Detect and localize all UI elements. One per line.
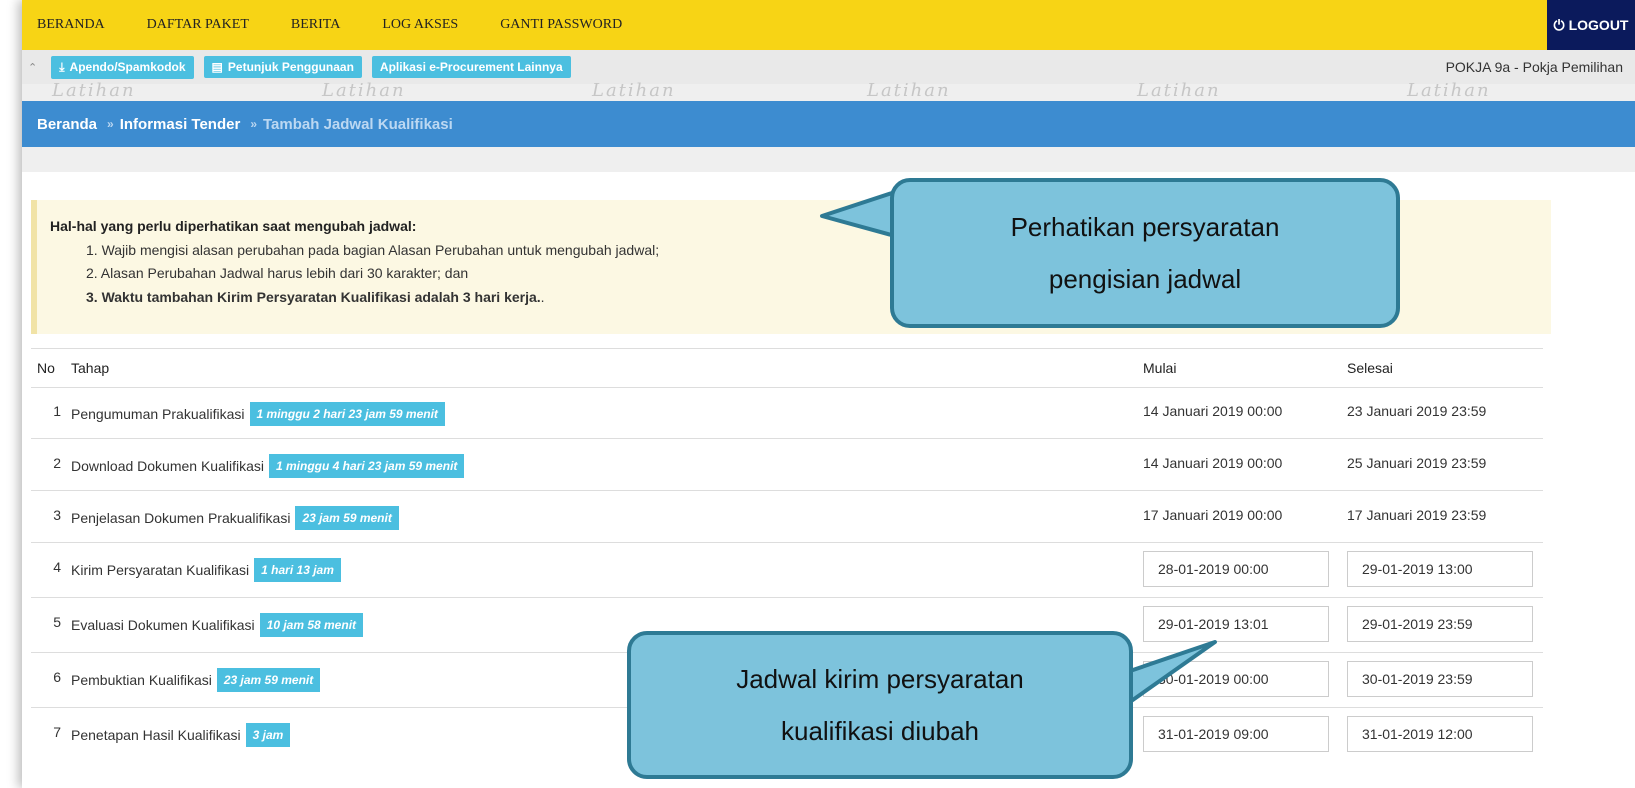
notice-item: 3. Waktu tambahan Kirim Persyaratan Kual… xyxy=(86,289,545,305)
header-tahap: Tahap xyxy=(71,360,110,376)
row-selesai: 23 Januari 2019 23:59 xyxy=(1347,403,1487,419)
breadcrumb: Beranda » Informasi Tender » Tambah Jadw… xyxy=(22,101,1635,147)
selesai-input[interactable] xyxy=(1347,661,1533,697)
petunjuk-label: Petunjuk Penggunaan xyxy=(227,60,354,74)
apendo-button[interactable]: ⤓ Apendo/Spamkodok xyxy=(51,55,194,79)
table-row: 2 Download Dokumen Kualifikasi 1 minggu 4… xyxy=(31,439,1543,491)
selesai-input[interactable] xyxy=(1347,716,1533,752)
download-icon: ⤓ xyxy=(59,59,65,74)
petunjuk-button[interactable]: ▤ Petunjuk Penggunaan xyxy=(203,56,362,78)
nav-ganti-password[interactable]: GANTI PASSWORD xyxy=(500,17,622,33)
duration-badge: 1 minggu 2 hari 23 jam 59 menit xyxy=(249,402,445,426)
table-row: 3 Penjelasan Dokumen Prakualifikasi 23 ja… xyxy=(31,491,1543,543)
book-icon: ▤ xyxy=(211,60,223,74)
row-tahap: Kirim Persyaratan Kualifikasi 1 hari 13 j… xyxy=(71,558,341,583)
power-icon: ⏻ xyxy=(1553,16,1565,33)
duration-badge: 3 jam xyxy=(245,723,291,747)
row-tahap: Pembuktian Kualifikasi 23 jam 59 menit xyxy=(71,668,321,693)
row-tahap-label: Penjelasan Dokumen Prakualifikasi xyxy=(71,510,291,526)
callout-bottom-line: kualifikasi diubah xyxy=(780,716,979,746)
notice-title: Hal-hal yang perlu diperhatikan saat men… xyxy=(50,218,417,234)
row-no: 6 xyxy=(53,669,61,685)
apendo-label: Apendo/Spamkodok xyxy=(69,60,186,74)
row-mulai: 14 Januari 2019 00:00 xyxy=(1143,403,1283,419)
table-header: No Tahap Mulai Selesai xyxy=(31,348,1543,388)
row-no: 3 xyxy=(53,507,61,523)
row-tahap-label: Download Dokumen Kualifikasi xyxy=(71,458,264,474)
table-row: 1 Pengumuman Prakualifikasi 1 minggu 2 ha… xyxy=(31,387,1543,439)
callout-top-line: pengisian jadwal xyxy=(1048,264,1242,294)
mulai-input[interactable] xyxy=(1143,606,1329,642)
callout-top: Perhatikan persyaratan pengisian jadwal xyxy=(890,178,1400,328)
row-no: 7 xyxy=(53,724,61,740)
header-no: No xyxy=(37,360,55,376)
mulai-input[interactable] xyxy=(1143,716,1329,752)
logout-label: LOGOUT xyxy=(1568,17,1629,33)
row-no: 2 xyxy=(53,455,61,471)
aplikasi-label: Aplikasi e-Procurement Lainnya xyxy=(379,60,563,74)
row-no: 5 xyxy=(53,614,61,630)
top-navbar: BERANDA DAFTAR PAKET BERITA LOG AKSES GA… xyxy=(22,0,1635,50)
user-role: POKJA 9a - Pokja Pemilihan xyxy=(1445,59,1623,75)
notice-item: 1. Wajib mengisi alasan perubahan pada b… xyxy=(86,242,660,258)
duration-badge: 23 jam 59 menit xyxy=(295,506,399,530)
toolbar: ⌃ ⤓ Apendo/Spamkodok ▤ Petunjuk Pengguna… xyxy=(22,50,1635,84)
collapse-icon[interactable]: ⌃ xyxy=(28,61,37,74)
row-mulai: 17 Januari 2019 00:00 xyxy=(1143,507,1283,523)
nav-berita[interactable]: BERITA xyxy=(291,17,340,33)
table-row: 4 Kirim Persyaratan Kualifikasi 1 hari 13… xyxy=(31,543,1543,598)
logout-button[interactable]: ⏻ LOGOUT xyxy=(1547,0,1635,50)
row-selesai: 25 Januari 2019 23:59 xyxy=(1347,455,1487,471)
row-tahap-label: Pengumuman Prakualifikasi xyxy=(71,406,245,422)
header-selesai: Selesai xyxy=(1347,360,1393,376)
nav-daftar-paket[interactable]: DAFTAR PAKET xyxy=(147,17,249,33)
selesai-input[interactable] xyxy=(1347,551,1533,587)
row-tahap: Penjelasan Dokumen Prakualifikasi 23 jam … xyxy=(71,506,399,531)
row-tahap-label: Kirim Persyaratan Kualifikasi xyxy=(71,562,250,578)
duration-badge: 23 jam 59 menit xyxy=(216,668,321,692)
row-tahap-label: Penetapan Hasil Kualifikasi xyxy=(71,727,241,743)
breadcrumb-separator: » xyxy=(107,117,114,131)
row-tahap: Penetapan Hasil Kualifikasi 3 jam xyxy=(71,723,291,748)
aplikasi-button[interactable]: Aplikasi e-Procurement Lainnya xyxy=(371,56,571,78)
callout-bottom: Jadwal kirim persyaratan kualifikasi diu… xyxy=(627,631,1133,779)
notice-item-bold: 3. Waktu tambahan Kirim Persyaratan Kual… xyxy=(86,289,541,305)
header-mulai: Mulai xyxy=(1143,360,1177,376)
selesai-input[interactable] xyxy=(1347,606,1533,642)
row-selesai: 17 Januari 2019 23:59 xyxy=(1347,507,1487,523)
row-no: 1 xyxy=(53,403,61,419)
callout-bottom-line: Jadwal kirim persyaratan xyxy=(736,664,1024,694)
notice-item: 2. Alasan Perubahan Jadwal harus lebih d… xyxy=(86,265,469,281)
row-tahap-label: Pembuktian Kualifikasi xyxy=(71,672,212,688)
mulai-input[interactable] xyxy=(1143,551,1329,587)
breadcrumb-current: Tambah Jadwal Kualifikasi xyxy=(263,115,453,133)
notice-item-suffix: . xyxy=(540,289,545,305)
nav-log-akses[interactable]: LOG AKSES xyxy=(382,17,458,33)
row-tahap-label: Evaluasi Dokumen Kualifikasi xyxy=(71,617,255,633)
mulai-input[interactable] xyxy=(1143,661,1329,697)
breadcrumb-separator: » xyxy=(250,117,257,131)
row-mulai: 14 Januari 2019 00:00 xyxy=(1143,455,1283,471)
nav-beranda[interactable]: BERANDA xyxy=(37,17,105,33)
callout-top-line: Perhatikan persyaratan xyxy=(1010,212,1280,242)
row-tahap: Pengumuman Prakualifikasi 1 minggu 2 hari… xyxy=(71,402,445,427)
duration-badge: 1 minggu 4 hari 23 jam 59 menit xyxy=(269,454,465,478)
breadcrumb-beranda[interactable]: Beranda xyxy=(37,116,97,133)
duration-badge: 1 hari 13 jam xyxy=(254,558,341,582)
row-no: 4 xyxy=(53,559,61,575)
row-tahap: Download Dokumen Kualifikasi 1 minggu 4 h… xyxy=(71,454,465,479)
duration-badge: 10 jam 58 menit xyxy=(259,613,364,637)
row-tahap: Evaluasi Dokumen Kualifikasi 10 jam 58 me… xyxy=(71,613,364,638)
breadcrumb-informasi-tender[interactable]: Informasi Tender xyxy=(120,116,241,133)
